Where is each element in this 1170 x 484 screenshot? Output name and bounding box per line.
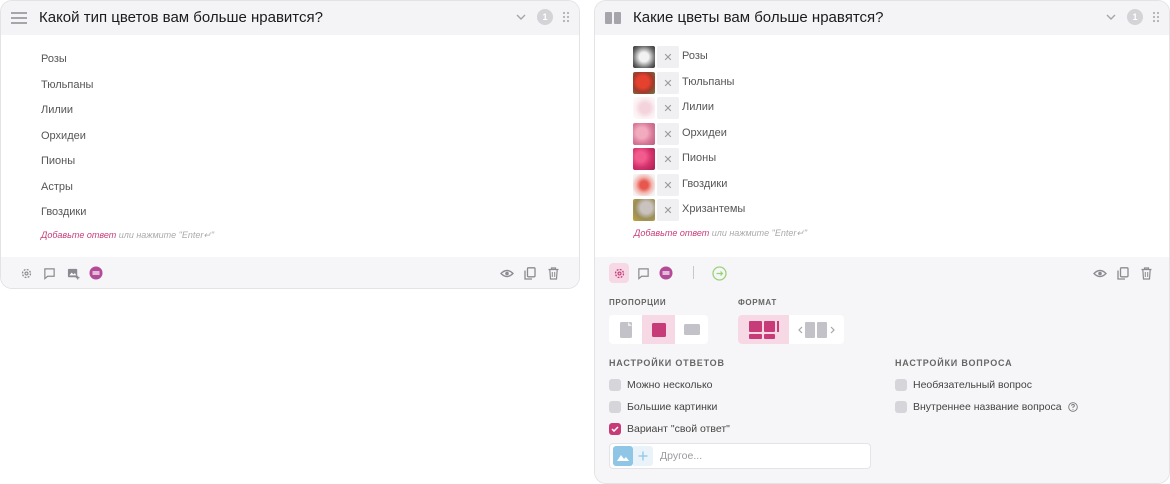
format-label: ФОРМАТ — [738, 298, 777, 307]
answer-label[interactable]: Тюльпаны — [682, 76, 734, 88]
remove-answer-icon[interactable]: ✕ — [657, 199, 679, 221]
flower-thumbnail[interactable] — [633, 148, 655, 170]
format-grid-option[interactable] — [738, 315, 789, 344]
remove-answer-icon[interactable]: ✕ — [657, 72, 679, 94]
eye-refresh-icon[interactable] — [499, 265, 515, 281]
add-answer-link[interactable]: Добавьте ответ — [41, 230, 116, 240]
remove-answer-icon[interactable]: ✕ — [657, 123, 679, 145]
help-icon[interactable] — [1067, 402, 1078, 412]
internal-name-checkbox[interactable] — [895, 401, 907, 413]
question-number-badge: 1 — [1127, 9, 1143, 25]
checkbox-label: Внутреннее название вопроса — [913, 401, 1062, 413]
comment-icon[interactable] — [41, 265, 57, 281]
copy-icon[interactable] — [1115, 265, 1131, 281]
chevron-down-icon[interactable] — [1103, 9, 1119, 25]
flower-thumbnail[interactable] — [633, 46, 655, 68]
checkmark-icon — [611, 426, 619, 432]
flower-thumbnail[interactable] — [633, 123, 655, 145]
image-card-icon — [605, 10, 621, 26]
list-icon — [11, 10, 27, 26]
answer-label[interactable]: Розы — [682, 50, 708, 62]
question-header: Какой тип цветов вам больше нравится? 1 — [1, 1, 579, 35]
answer-label[interactable]: Пионы — [682, 152, 716, 164]
plus-icon[interactable] — [633, 446, 653, 466]
flower-thumbnail[interactable] — [633, 72, 655, 94]
big-images-checkbox[interactable] — [609, 401, 621, 413]
proportion-portrait-option[interactable] — [609, 315, 642, 344]
link-icon[interactable] — [711, 265, 727, 281]
chevron-down-icon[interactable] — [513, 9, 529, 25]
flower-thumbnail[interactable] — [633, 97, 655, 119]
answer-label[interactable]: Орхидеи — [682, 127, 727, 139]
answer-label[interactable]: Хризантемы — [682, 203, 745, 215]
answer-label[interactable]: Лилии — [682, 101, 714, 113]
eye-refresh-icon[interactable] — [1092, 265, 1108, 281]
answer-option[interactable]: Розы — [41, 53, 67, 65]
remove-answer-icon[interactable]: ✕ — [657, 174, 679, 196]
checkbox-label: Необязательный вопрос — [913, 379, 1032, 391]
question-header: Какие цветы вам больше нравятся? 1 — [595, 1, 1169, 35]
answer-option[interactable]: Орхидеи — [41, 130, 86, 142]
flower-thumbnail[interactable] — [633, 174, 655, 196]
proportion-landscape-option[interactable] — [675, 315, 708, 344]
add-answer-hint-text: или нажмите "Enter↵" — [116, 230, 215, 240]
add-answer-link[interactable]: Добавьте ответ — [634, 228, 709, 238]
checkbox-label: Большие картинки — [627, 401, 718, 413]
checkbox-label: Можно несколько — [627, 379, 713, 391]
add-answer-hint-text: или нажмите "Enter↵" — [709, 228, 808, 238]
own-answer-image-icon[interactable] — [613, 446, 633, 466]
big-images-checkbox-row[interactable]: Большие картинки — [609, 401, 717, 413]
own-answer-checkbox-row[interactable]: Вариант "свой ответ" — [609, 423, 730, 435]
question-title[interactable]: Какие цветы вам больше нравятся? — [633, 9, 883, 26]
format-carousel-option[interactable] — [789, 315, 844, 344]
question-title[interactable]: Какой тип цветов вам больше нравится? — [39, 9, 323, 26]
own-answer-checkbox[interactable] — [609, 423, 621, 435]
own-answer-field[interactable]: Другое... — [609, 443, 871, 469]
multiple-answers-checkbox[interactable] — [609, 379, 621, 391]
question-number-badge: 1 — [537, 9, 553, 25]
toolbar-divider — [693, 266, 694, 279]
drag-handle-icon[interactable] — [561, 9, 571, 25]
flower-thumbnail[interactable] — [633, 199, 655, 221]
gear-icon[interactable] — [609, 263, 629, 283]
question-card-flower-type: Какой тип цветов вам больше нравится? 1 … — [0, 0, 580, 289]
copy-icon[interactable] — [522, 265, 538, 281]
question-settings-heading: НАСТРОЙКИ ВОПРОСА — [895, 358, 1013, 368]
optional-question-checkbox[interactable] — [895, 379, 907, 391]
answer-option[interactable]: Гвоздики — [41, 206, 86, 218]
add-answer-hint: Добавьте ответ или нажмите "Enter↵" — [41, 230, 214, 241]
remove-answer-icon[interactable]: ✕ — [657, 148, 679, 170]
answer-option[interactable]: Лилии — [41, 104, 73, 116]
remove-answer-icon[interactable]: ✕ — [657, 46, 679, 68]
add-answer-hint: Добавьте ответ или нажмите "Enter↵" — [634, 228, 807, 239]
question-card-flowers-images: Какие цветы вам больше нравятся? 1 ✕ Роз… — [594, 0, 1170, 484]
drag-handle-icon[interactable] — [1151, 9, 1161, 25]
question-toolbar — [1, 257, 579, 288]
trash-icon[interactable] — [545, 265, 561, 281]
answer-option[interactable]: Тюльпаны — [41, 79, 93, 91]
add-image-icon[interactable] — [65, 265, 81, 281]
answer-label[interactable]: Гвоздики — [682, 178, 727, 190]
trash-icon[interactable] — [1138, 265, 1154, 281]
logic-icon[interactable] — [88, 265, 104, 281]
format-selector — [738, 315, 844, 344]
own-answer-placeholder: Другое... — [660, 450, 703, 462]
answer-settings-heading: НАСТРОЙКИ ОТВЕТОВ — [609, 358, 725, 368]
answer-option[interactable]: Астры — [41, 181, 73, 193]
logic-icon[interactable] — [658, 265, 674, 281]
multiple-answers-checkbox-row[interactable]: Можно несколько — [609, 379, 713, 391]
gear-icon[interactable] — [18, 265, 34, 281]
comment-icon[interactable] — [635, 265, 651, 281]
proportions-label: ПРОПОРЦИИ — [609, 298, 667, 307]
proportions-selector — [609, 315, 708, 344]
proportion-square-option[interactable] — [642, 315, 675, 344]
internal-name-checkbox-row[interactable]: Внутреннее название вопроса — [895, 401, 1078, 413]
remove-answer-icon[interactable]: ✕ — [657, 97, 679, 119]
optional-question-checkbox-row[interactable]: Необязательный вопрос — [895, 379, 1032, 391]
checkbox-label: Вариант "свой ответ" — [627, 423, 730, 435]
answer-option[interactable]: Пионы — [41, 155, 75, 167]
